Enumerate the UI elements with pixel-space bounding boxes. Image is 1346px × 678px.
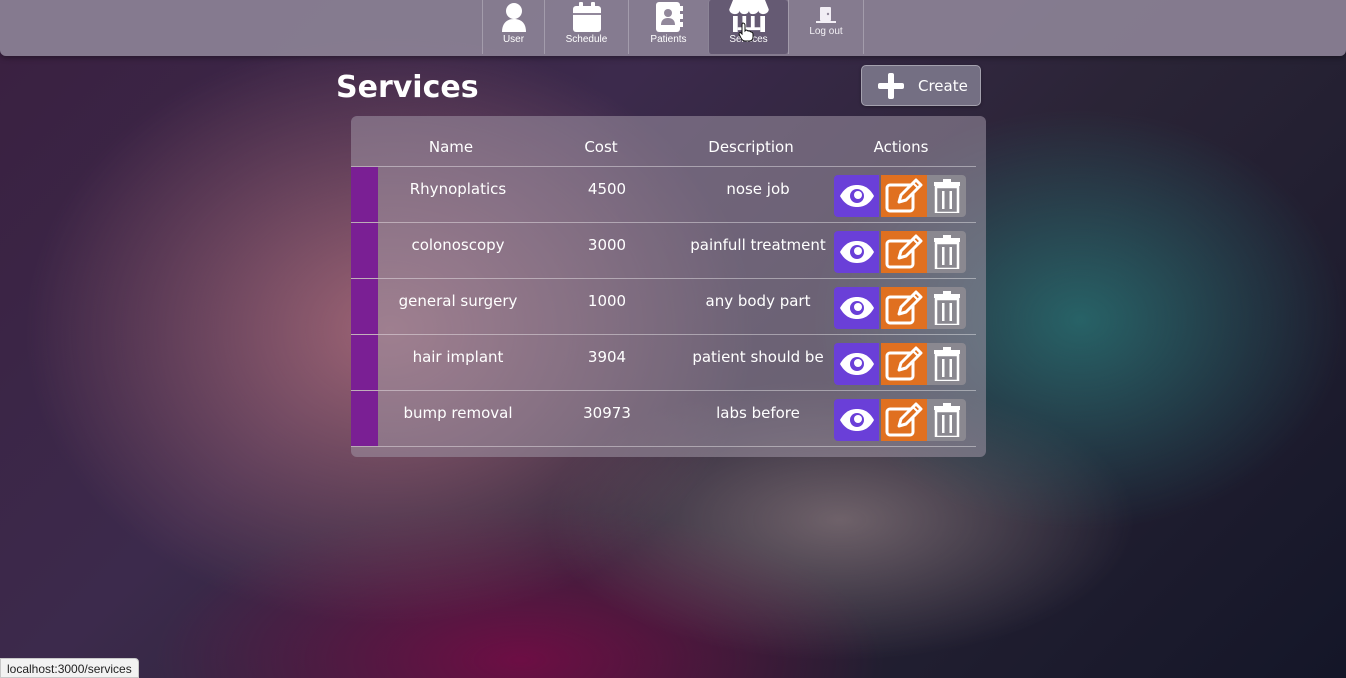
edit-button[interactable] <box>881 175 927 217</box>
column-header-actions: Actions <box>873 138 929 156</box>
edit-button[interactable] <box>881 287 927 329</box>
column-header-name: Name <box>428 138 474 156</box>
nav-item-label: User <box>502 34 525 45</box>
nav-item-logout[interactable]: Log out <box>788 0 864 54</box>
nav-item-label: Patients <box>650 34 687 45</box>
nav-item-schedule[interactable]: Schedule <box>544 0 628 54</box>
address-book-icon <box>655 2 683 32</box>
service-name: Rhynoplatics <box>409 180 507 198</box>
nav-item-label: Log out <box>809 25 843 37</box>
create-button-label: Create <box>918 76 968 95</box>
view-button[interactable] <box>834 343 879 385</box>
row-accent-bar <box>351 167 378 222</box>
delete-button[interactable] <box>927 287 966 329</box>
row-accent-bar <box>351 223 378 278</box>
table-row: bump removal 30973 labs before <box>351 391 976 447</box>
trash-icon <box>933 347 960 381</box>
nav-item-user[interactable]: User <box>482 0 544 54</box>
service-cost: 30973 <box>583 404 631 422</box>
table-row: hair implant 3904 patient should be <box>351 335 976 391</box>
service-description: labs before <box>716 404 800 422</box>
table-row: Rhynoplatics 4500 nose job <box>351 167 976 223</box>
services-table: Name Cost Description Actions Rhynoplati… <box>351 116 986 457</box>
column-header-description: Description <box>708 138 794 156</box>
service-name: bump removal <box>403 404 513 422</box>
service-name: colonoscopy <box>411 236 505 254</box>
view-button[interactable] <box>834 231 879 273</box>
service-name: general surgery <box>398 292 518 310</box>
service-name: hair implant <box>412 348 504 366</box>
edit-button[interactable] <box>881 399 927 441</box>
table-header: Name Cost Description Actions <box>351 116 976 167</box>
page-title: Services <box>336 70 479 105</box>
eye-icon <box>839 297 874 319</box>
table-row: colonoscopy 3000 painfull treatment <box>351 223 976 279</box>
service-description: any body part <box>705 292 811 310</box>
table-row: general surgery 1000 any body part <box>351 279 976 335</box>
status-bar-url: localhost:3000/services <box>0 658 139 678</box>
edit-icon <box>885 178 923 213</box>
row-accent-bar <box>351 391 378 446</box>
service-cost: 1000 <box>587 292 627 310</box>
view-button[interactable] <box>834 399 879 441</box>
view-button[interactable] <box>834 175 879 217</box>
view-button[interactable] <box>834 287 879 329</box>
trash-icon <box>933 179 960 213</box>
eye-icon <box>839 185 874 207</box>
delete-button[interactable] <box>927 399 966 441</box>
service-description: painfull treatment <box>690 236 826 254</box>
nav-item-label: Schedule <box>565 34 608 45</box>
service-cost: 4500 <box>587 180 627 198</box>
edit-button[interactable] <box>881 231 927 273</box>
nav-item-patients[interactable]: Patients <box>628 0 708 54</box>
row-accent-bar <box>351 279 378 334</box>
nav-menu: User Schedule Patients Log out <box>482 0 864 54</box>
edit-icon <box>885 290 923 325</box>
edit-icon <box>885 234 923 269</box>
service-description: nose job <box>726 180 790 198</box>
eye-icon <box>839 241 874 263</box>
delete-button[interactable] <box>927 175 966 217</box>
trash-icon <box>933 235 960 269</box>
column-header-cost: Cost <box>584 138 618 156</box>
top-navbar: User Schedule Patients Log out <box>0 0 1346 56</box>
edit-icon <box>885 346 923 381</box>
edit-button[interactable] <box>881 343 927 385</box>
service-description: patient should be <box>692 348 824 366</box>
eye-icon <box>839 353 874 375</box>
calendar-icon <box>572 2 601 32</box>
row-accent-bar <box>351 335 378 390</box>
trash-icon <box>933 403 960 437</box>
plus-icon <box>876 71 906 101</box>
user-icon <box>501 3 526 32</box>
eye-icon <box>839 409 874 431</box>
edit-icon <box>885 402 923 437</box>
create-button[interactable]: Create <box>861 65 981 106</box>
door-icon <box>816 6 836 23</box>
delete-button[interactable] <box>927 343 966 385</box>
service-cost: 3000 <box>587 236 627 254</box>
trash-icon <box>933 291 960 325</box>
hand-cursor-icon <box>738 22 754 42</box>
service-cost: 3904 <box>587 348 627 366</box>
delete-button[interactable] <box>927 231 966 273</box>
